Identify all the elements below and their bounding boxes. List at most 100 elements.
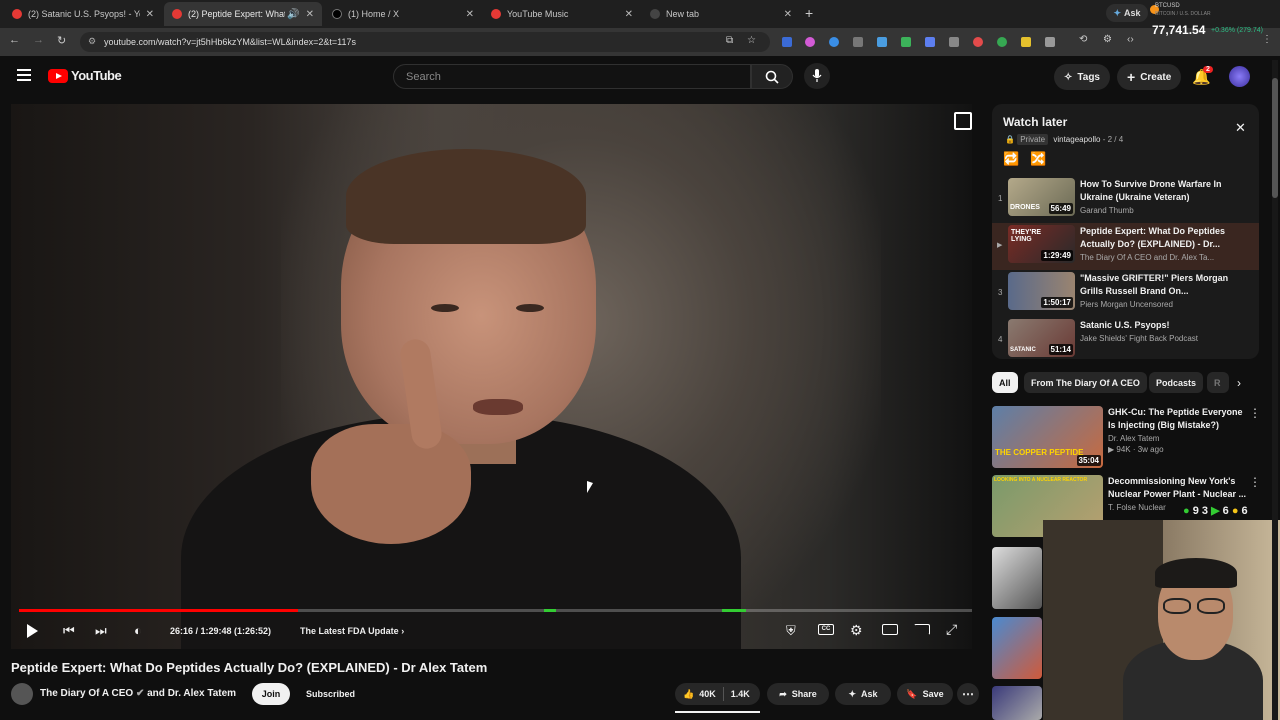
extension-icon[interactable] <box>877 37 887 47</box>
shuffle-icon[interactable]: 🔀 <box>1030 151 1046 167</box>
ask-ai-button[interactable]: ✦ Ask <box>835 683 891 705</box>
close-tab-icon[interactable]: ✕ <box>146 9 154 20</box>
item-title-line2: Actually Do? (EXPLAINED) - Dr... <box>1080 239 1221 249</box>
captions-icon[interactable]: CC <box>818 624 834 635</box>
rec-thumbnail[interactable] <box>992 686 1042 720</box>
channel-avatar[interactable] <box>11 683 33 705</box>
browser-tab[interactable]: (1) Home / X ✕ <box>324 2 482 26</box>
chip-from-channel[interactable]: From The Diary Of A CEO <box>1024 372 1147 393</box>
ask-button[interactable]: ✦ Ask <box>1106 4 1148 22</box>
rec-channel[interactable]: Dr. Alex Tatem <box>1108 434 1248 443</box>
like-dislike-group[interactable]: 👍 40K 1.4K <box>675 683 760 705</box>
rec-thumbnail[interactable] <box>992 547 1042 609</box>
like-icon[interactable]: 👍 <box>683 689 694 700</box>
tags-button[interactable]: ✧ Tags <box>1054 64 1110 90</box>
extension-icon[interactable] <box>782 37 792 47</box>
new-tab-plus-icon[interactable]: + <box>805 5 813 21</box>
reload-icon[interactable]: ↻ <box>57 34 66 47</box>
hamburger-menu-icon[interactable] <box>17 69 31 81</box>
browser-tab[interactable]: (2) Satanic U.S. Psyops! - YouTu ✕ <box>4 2 162 26</box>
search-input[interactable]: Search <box>393 64 751 89</box>
item-title-line2: Ukraine (Ukraine Veteran) <box>1080 192 1190 202</box>
extension-icon[interactable] <box>829 37 839 47</box>
chevron-right-icon[interactable]: › <box>1237 376 1241 390</box>
page-scrollbar[interactable] <box>1272 60 1278 720</box>
miniplayer-icon[interactable] <box>882 624 898 635</box>
browser-tab[interactable]: YouTube Music ✕ <box>483 2 641 26</box>
create-button[interactable]: + Create <box>1117 64 1182 90</box>
playlist-item[interactable]: 4 SATANIC 51:14 Satanic U.S. Psyops! Jak… <box>992 317 1259 359</box>
avatar[interactable] <box>1229 66 1250 87</box>
rec-thumbnail: THE COPPER PEPTIDE 35:04 <box>992 406 1103 468</box>
extension-icon[interactable] <box>925 37 935 47</box>
playlist-item-current[interactable]: ▶ THEY'RE LYING 1:29:49 Peptide Expert: … <box>992 223 1259 270</box>
playlist-owner[interactable]: vintageapollo <box>1053 135 1100 144</box>
close-icon[interactable]: ✕ <box>1235 120 1246 136</box>
next-icon[interactable]: ⏭ <box>95 623 107 639</box>
chip-all[interactable]: All <box>992 372 1018 393</box>
fullscreen-icon[interactable]: ⤢ <box>946 621 957 638</box>
more-actions-icon[interactable]: ⋯ <box>957 683 979 705</box>
playlist-item[interactable]: 3 1:50:17 "Massive GRIFTER!" Piers Morga… <box>992 270 1259 317</box>
browser-tab[interactable]: New tab ✕ <box>642 2 800 26</box>
forward-icon[interactable]: → <box>33 34 44 46</box>
extension-icon[interactable] <box>805 37 815 47</box>
previous-icon[interactable]: ⏮ <box>63 623 75 639</box>
webcam-glasses <box>1163 598 1191 614</box>
save-button[interactable]: 🔖 Save <box>897 683 953 705</box>
miniplayer-expand-icon[interactable] <box>954 112 972 130</box>
search-button[interactable] <box>751 64 793 89</box>
chapter-button[interactable]: The Latest FDA Update › <box>300 626 404 636</box>
menu-kebab-icon[interactable]: ⋮ <box>1262 34 1272 45</box>
voice-search-button[interactable] <box>804 63 830 89</box>
settings-icon[interactable]: ⚙ <box>1103 34 1112 45</box>
close-tab-icon[interactable]: ✕ <box>625 9 633 20</box>
bookmark-star-icon[interactable]: ☆ <box>747 35 756 46</box>
join-button[interactable]: Join <box>252 683 290 705</box>
thumbnail-text: THEY'RE LYING <box>1011 229 1042 243</box>
extensions-puzzle-icon[interactable] <box>1045 37 1055 47</box>
speaker-icon[interactable]: 🔊 <box>287 9 299 20</box>
close-tab-icon[interactable]: ✕ <box>466 9 474 20</box>
extension-icon[interactable] <box>901 37 911 47</box>
extension-icon[interactable] <box>1021 37 1031 47</box>
chip-more[interactable]: R <box>1207 372 1229 393</box>
browser-toolbar: ← → ↻ ⚙ youtube.com/watch?v=jt5hHb6kzYM&… <box>0 28 1280 56</box>
youtube-logo[interactable]: YouTube <box>48 68 122 83</box>
recommended-video[interactable]: THE COPPER PEPTIDE 35:04 GHK-Cu: The Pep… <box>992 406 1262 469</box>
subscribed-button[interactable]: Subscribed <box>297 683 364 705</box>
video-player[interactable] <box>11 104 972 649</box>
play-icon[interactable] <box>27 624 38 638</box>
cast-icon[interactable] <box>914 624 930 635</box>
history-icon[interactable]: ⟲ <box>1079 34 1087 45</box>
more-options-icon[interactable]: ⋮ <box>1249 475 1261 489</box>
playlist-title[interactable]: Watch later <box>1003 115 1067 129</box>
rec-thumbnail[interactable] <box>992 617 1042 679</box>
address-bar[interactable]: ⚙ youtube.com/watch?v=jt5hHb6kzYM&list=W… <box>80 32 770 52</box>
extension-icon[interactable] <box>949 37 959 47</box>
share-button[interactable]: ➦ Share <box>767 683 829 705</box>
site-info-icon[interactable]: ⚙ <box>88 36 96 47</box>
shield-icon[interactable]: ⛨ <box>786 623 796 639</box>
channel-line[interactable]: The Diary Of A CEO ✔ and Dr. Alex Tatem <box>40 688 236 699</box>
back-icon[interactable]: ← <box>9 34 20 46</box>
scrollbar-thumb[interactable] <box>1272 78 1278 198</box>
close-tab-icon[interactable]: ✕ <box>784 9 792 20</box>
volume-icon[interactable]: ◐ <box>134 623 142 638</box>
browser-tab-active[interactable]: (2) Peptide Expert: What Do 🔊 ✕ <box>164 2 322 26</box>
settings-gear-icon[interactable]: ⚙ <box>850 622 863 639</box>
devtools-icon[interactable]: ‹› <box>1127 34 1134 45</box>
extension-icon[interactable] <box>973 37 983 47</box>
extension-icon[interactable] <box>997 37 1007 47</box>
channel-name[interactable]: The Diary Of A CEO <box>40 688 133 699</box>
playlist-item[interactable]: 1 DRONES 56:49 How To Survive Drone Warf… <box>992 176 1259 223</box>
share-label: Share <box>791 689 817 699</box>
install-app-icon[interactable]: ⧉ <box>726 35 733 46</box>
extension-icon[interactable] <box>853 37 863 47</box>
chip-podcasts[interactable]: Podcasts <box>1149 372 1204 393</box>
privacy-label: Private <box>1017 134 1049 145</box>
loop-icon[interactable]: 🔁 <box>1003 151 1019 167</box>
cohost-name[interactable]: Dr. Alex Tatem <box>168 688 236 699</box>
close-tab-icon[interactable]: ✕ <box>306 9 314 20</box>
more-options-icon[interactable]: ⋮ <box>1249 406 1261 420</box>
